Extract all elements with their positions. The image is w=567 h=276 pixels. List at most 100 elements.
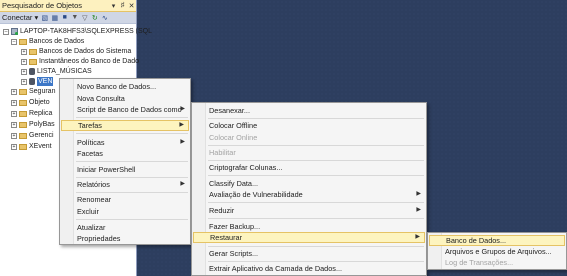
menu-item-reports[interactable]: Relatórios ▶ — [61, 179, 189, 190]
tasks-submenu: Desanexar... Colocar Offline Colocar Onl… — [191, 102, 427, 276]
menu-item-extract-data-tier-application[interactable]: Extrair Aplicativo da Camada de Dados... — [193, 263, 425, 274]
databases-label: Bancos de Dados — [29, 38, 85, 45]
tree-node-xevent[interactable]: + XEvent — [11, 142, 52, 151]
expand-icon[interactable]: + — [21, 58, 27, 65]
tree-node-selected-database[interactable]: + VEN — [21, 77, 54, 86]
connect-object-icon[interactable]: ▧ — [41, 14, 48, 22]
menu-item-bring-online: Colocar Online — [193, 132, 425, 143]
menu-item-label: Banco de Dados... — [446, 236, 507, 245]
menu-item-new-database[interactable]: Novo Banco de Dados... — [61, 81, 189, 92]
filter-settings-icon[interactable]: ▽ — [81, 14, 88, 22]
menu-separator — [208, 160, 424, 161]
menu-item-vulnerability-assessment[interactable]: Avaliação de Vulnerabilidade ▶ — [193, 189, 425, 200]
menu-item-back-up[interactable]: Fazer Backup... — [193, 221, 425, 232]
menu-item-detach[interactable]: Desanexar... — [193, 105, 425, 116]
collapse-icon[interactable]: – — [11, 38, 17, 45]
database-icon — [29, 68, 35, 75]
server-label: LAPTOP-TAK8HFS3\SQLEXPRESS (SQL — [20, 28, 153, 35]
menu-item-classify-data[interactable]: Classify Data... — [193, 178, 425, 189]
expand-icon[interactable]: + — [21, 78, 27, 85]
menu-item-label: Script de Banco de Dados como — [77, 105, 182, 114]
submenu-arrow-icon: ▶ — [416, 191, 421, 197]
expand-icon[interactable]: + — [11, 121, 17, 128]
filter-icon[interactable]: ▼ — [71, 14, 78, 21]
refresh-icon[interactable]: ↻ — [91, 14, 98, 22]
folder-icon — [19, 132, 27, 139]
menu-item-label: Nova Consulta — [77, 94, 125, 103]
tree-node-snapshots[interactable]: + Instantâneos do Banco de Dado — [21, 57, 139, 66]
folder-icon — [29, 48, 37, 55]
expand-icon[interactable]: + — [11, 143, 17, 150]
menu-item-label: Novo Banco de Dados... — [77, 82, 157, 91]
tree-node-objects[interactable]: + Objeto — [11, 98, 50, 107]
menu-separator — [208, 202, 424, 203]
restore-submenu: Banco de Dados... Arquivos e Grupos de A… — [427, 232, 567, 270]
menu-item-refresh[interactable]: Atualizar — [61, 222, 189, 233]
connect-button[interactable]: Conectar ▾ — [2, 13, 38, 22]
menu-item-label: Desanexar... — [209, 106, 250, 115]
menu-item-label: Reduzir — [209, 206, 235, 215]
xevent-label: XEvent — [29, 143, 52, 150]
submenu-arrow-icon: ▶ — [180, 106, 185, 112]
database-context-menu: Novo Banco de Dados... Nova Consulta Scr… — [59, 78, 191, 245]
menu-item-enable: Habilitar — [193, 147, 425, 158]
menu-item-label: Restaurar — [210, 233, 243, 242]
menu-item-policies[interactable]: Políticas ▶ — [61, 137, 189, 148]
expand-icon[interactable]: + — [11, 99, 17, 106]
folder-icon — [19, 121, 27, 128]
menu-item-new-query[interactable]: Nova Consulta — [61, 93, 189, 104]
menu-item-delete[interactable]: Excluir — [61, 206, 189, 217]
menu-item-start-powershell[interactable]: Iniciar PowerShell — [61, 164, 189, 175]
menu-item-restore[interactable]: Restaurar ▶ — [193, 232, 425, 243]
menu-separator — [208, 246, 424, 247]
tree-node-server[interactable]: – LAPTOP-TAK8HFS3\SQLEXPRESS (SQL — [3, 27, 152, 36]
tree-node-lista-musicas[interactable]: + LISTA_MÚSICAS — [21, 67, 92, 76]
menu-item-shrink[interactable]: Reduzir ▶ — [193, 205, 425, 216]
tree-node-databases[interactable]: – Bancos de Dados — [11, 37, 84, 46]
menu-item-properties[interactable]: Propriedades — [61, 233, 189, 244]
menu-item-restore-files-filegroups[interactable]: Arquivos e Grupos de Arquivos... — [429, 246, 565, 257]
tree-node-security[interactable]: + Seguran — [11, 87, 55, 96]
menu-separator — [208, 118, 424, 119]
menu-item-take-offline[interactable]: Colocar Offline — [193, 120, 425, 131]
server-icon — [11, 28, 18, 35]
expand-icon[interactable]: + — [21, 48, 27, 55]
expand-icon[interactable]: + — [11, 110, 17, 117]
submenu-arrow-icon: ▶ — [179, 122, 184, 128]
menu-item-rename[interactable]: Renomear — [61, 194, 189, 205]
folder-icon — [19, 38, 27, 45]
expand-icon[interactable]: + — [21, 68, 27, 75]
folder-icon — [19, 143, 27, 150]
object-explorer-toolbar: Conectar ▾ ▧ ▦ ■ ▼ ▽ ↻ ∿ — [0, 12, 136, 24]
submenu-arrow-icon: ▶ — [180, 139, 185, 145]
database-label: VEN — [37, 77, 54, 86]
menu-item-generate-scripts[interactable]: Gerar Scripts... — [193, 248, 425, 259]
menu-item-restore-database[interactable]: Banco de Dados... — [429, 235, 565, 246]
menu-separator — [76, 133, 188, 134]
activity-monitor-icon[interactable]: ∿ — [101, 14, 108, 22]
collapse-icon[interactable]: – — [3, 28, 9, 35]
tree-node-polybase[interactable]: + PolyBas — [11, 120, 55, 129]
menu-item-label: Habilitar — [209, 148, 236, 157]
expand-icon[interactable]: + — [11, 88, 17, 95]
menu-item-encrypt-columns[interactable]: Criptografar Colunas... — [193, 162, 425, 173]
menu-item-label: Arquivos e Grupos de Arquivos... — [445, 247, 552, 256]
disconnect-icon[interactable]: ▦ — [51, 14, 58, 22]
menu-item-tasks[interactable]: Tarefas ▶ — [61, 120, 189, 131]
tree-node-system-databases[interactable]: + Bancos de Dados do Sistema — [21, 47, 131, 56]
menu-separator — [208, 175, 424, 176]
pin-icon[interactable]: ♯ — [118, 2, 127, 9]
tree-node-replication[interactable]: + Replica — [11, 109, 52, 118]
menu-item-script-database-as[interactable]: Script de Banco de Dados como ▶ — [61, 104, 189, 115]
tree-node-management[interactable]: + Gerenci — [11, 131, 54, 140]
menu-item-label: Propriedades — [77, 234, 121, 243]
menu-item-facets[interactable]: Facetas — [61, 148, 189, 159]
close-icon[interactable]: ✕ — [127, 2, 136, 10]
menu-item-label: Facetas — [77, 149, 103, 158]
expand-icon[interactable]: + — [11, 132, 17, 139]
stop-icon[interactable]: ■ — [61, 14, 68, 21]
menu-item-label: Classify Data... — [209, 179, 259, 188]
folder-icon — [19, 88, 27, 95]
menu-item-label: Excluir — [77, 207, 99, 216]
dropdown-icon[interactable]: ▾ — [109, 2, 118, 10]
